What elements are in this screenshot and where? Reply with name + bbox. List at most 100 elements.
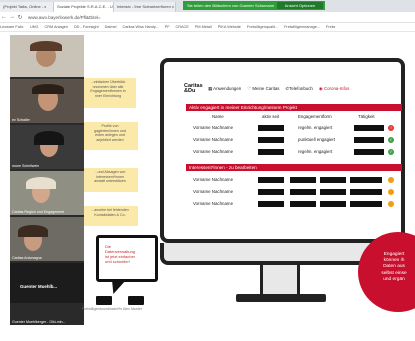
bookmark[interactable]: CRM Anlagen: [45, 25, 68, 29]
app-header: Caritas &Du ▦ Anwendungen ♡ Meine Carita…: [184, 82, 402, 96]
nav-anwendungen[interactable]: ▦ Anwendungen: [208, 86, 241, 92]
participant-tile[interactable]: mone Schellwein: [10, 125, 84, 169]
participant-panel: ev Schaller mone Schellwein Caritas Regi…: [10, 35, 84, 325]
redacted-cell: [258, 201, 284, 207]
redacted-cell: [258, 137, 284, 143]
url-field[interactable]: www.awo.bayerlixwerk.de/Pfl&Ditel=: [28, 15, 101, 20]
engagement-form: punktuell engagiert: [298, 137, 336, 142]
volunteer-name: Vorname Nachname: [193, 137, 234, 142]
participant-tile[interactable]: Caritas Antonagna: [10, 217, 84, 261]
interested-name: Vorname Nachname: [193, 177, 234, 182]
redacted-cell: [258, 177, 284, 183]
participant-tile[interactable]: ev Schaller: [10, 79, 84, 123]
nav-telefonbuch[interactable]: ✆Telefonbuch: [285, 86, 312, 92]
speech-bubble-text: Die Datenverwaltung ist jetzt einfacher …: [105, 244, 136, 264]
hair-shape: [18, 225, 48, 237]
monitor-stand: [260, 265, 300, 295]
bookmark[interactable]: Caritas Wiss Handy...: [122, 25, 158, 29]
participant-name: mone Schellwein: [12, 164, 40, 168]
pending-icon: [388, 177, 394, 183]
address-bar: ← → ↻ www.awo.bayerlixwerk.de/Pfl&Ditel=: [0, 12, 415, 23]
figure-foot-right: [128, 296, 144, 305]
engagement-form: regelm. engagiert: [298, 125, 333, 130]
hair-shape: [32, 84, 64, 94]
table-row[interactable]: Vorname Nachname regelm. engagiert !: [186, 124, 402, 132]
table-row[interactable]: Vorname Nachname punktuell engagiert ✓: [186, 136, 402, 144]
engagement-form: regelm. engagiert: [298, 149, 333, 154]
volunteer-name: Vorname Nachname: [193, 149, 234, 154]
participant-tile[interactable]: [10, 35, 84, 77]
table-row[interactable]: Vorname Nachname: [186, 176, 402, 184]
hair-shape: [34, 131, 64, 145]
feature-box-overview: ...einfachen Überblick nnommen über alle…: [80, 78, 136, 108]
column-header-engagement: Engagementform: [298, 114, 332, 119]
column-header-name: Name: [212, 114, 224, 119]
heart-icon: ♡: [247, 86, 252, 91]
bookmark[interactable]: DD - Foresight: [74, 25, 99, 29]
bookmark[interactable]: Freiwilligenqualit...: [247, 25, 278, 29]
column-header-active-since: aktiv seit: [262, 114, 280, 119]
column-header-activity: Tätigkeit: [358, 114, 375, 119]
redacted-cell: [258, 125, 284, 131]
forward-icon[interactable]: →: [8, 14, 16, 20]
bookmark[interactable]: Freiw: [326, 25, 335, 29]
bookmark[interactable]: Daimel: [105, 25, 117, 29]
participant-name: Guenter Muehlberger - Giki-min...: [12, 320, 66, 324]
hair-shape: [30, 41, 62, 51]
speech-bubble: Die Datenverwaltung ist jetzt einfacher …: [96, 235, 158, 282]
participant-name: Caritas Region und Engagement: [12, 210, 65, 214]
redacted-cell: [258, 189, 284, 195]
participant-name: Guenter Muehlb...: [20, 284, 58, 289]
section-active-volunteers: Aktiv engagiert in meiner Einrichtung/me…: [186, 104, 402, 111]
bookmark[interactable]: PF: [165, 25, 170, 29]
redacted-cell: [290, 177, 316, 183]
nav-corona-infos[interactable]: ◉ Corona-Infos: [319, 86, 349, 92]
bookmarks-bar: Lexware Fahr. UNG CRM Anlagen DD - Fores…: [0, 23, 415, 32]
monitor-base: [236, 294, 326, 302]
redacted-cell: [350, 189, 382, 195]
grid-icon: ▦: [208, 86, 213, 91]
reload-icon[interactable]: ↻: [16, 14, 24, 21]
screen: (Projekt Talks, Online - x Soziale Proje…: [0, 0, 415, 341]
bookmark[interactable]: CRACE: [176, 25, 189, 29]
redacted-cell: [350, 201, 382, 207]
feature-box-missing-data: ...ansehe bei fehlenden Kontaktdaten & C…: [82, 206, 138, 226]
bookmark[interactable]: Lexware Fahr.: [0, 25, 24, 29]
pending-icon: [388, 201, 394, 207]
interested-name: Vorname Nachname: [193, 189, 234, 194]
bookmark[interactable]: UNG: [30, 25, 38, 29]
redacted-cell: [320, 201, 346, 207]
nav-meine-caritas[interactable]: ♡ Meine Caritas: [247, 86, 279, 92]
view-options-button[interactable]: Ansicht Optionen: [277, 2, 323, 9]
bookmark[interactable]: PIKA Website: [218, 25, 241, 29]
interested-name: Vorname Nachname: [193, 201, 234, 206]
table-row[interactable]: Vorname Nachname: [186, 188, 402, 196]
redacted-cell: [354, 137, 384, 143]
participant-tile[interactable]: Guenter Muehlberger - Giki-min...: [10, 305, 84, 325]
participant-tile[interactable]: Caritas Region und Engagement: [10, 171, 84, 215]
browser-tab[interactable]: Intensiv - Ihre Schweizerfloren x: [114, 2, 176, 12]
pending-icon: [388, 189, 394, 195]
feature-box-profiles: Profile von gagierten/innen und enten an…: [82, 122, 138, 150]
browser-tab-active[interactable]: Soziale Projekte S.R.A.C.E. - Ut: [54, 2, 114, 12]
participant-name: ev Schaller: [12, 118, 30, 122]
bookmark[interactable]: PM Metall: [195, 25, 212, 29]
bookmark[interactable]: Freiwilligenmanage...: [284, 25, 320, 29]
redacted-cell: [354, 125, 384, 131]
virus-icon: ◉: [318, 86, 323, 91]
participant-tile-active-speaker[interactable]: Guenter Muehlb...: [10, 263, 84, 303]
alert-icon: !: [388, 125, 394, 131]
table-row[interactable]: Vorname Nachname: [186, 200, 402, 208]
back-icon[interactable]: ←: [0, 14, 8, 20]
feature-box-applications: ...und Absagen von Interessent*innen ans…: [82, 168, 138, 192]
redacted-cell: [320, 177, 346, 183]
redacted-cell: [354, 149, 384, 155]
check-icon: ✓: [388, 137, 394, 143]
redacted-cell: [290, 189, 316, 195]
caritas-logo: Caritas &Du: [184, 83, 203, 94]
figure-foot-left: [96, 296, 112, 305]
table-row[interactable]: Vorname Nachname regelm. engagiert ✓: [186, 148, 402, 156]
volunteer-name: Vorname Nachname: [193, 125, 234, 130]
browser-tab[interactable]: (Projekt Talks, Online - x: [0, 2, 54, 12]
hair-shape: [26, 177, 56, 189]
